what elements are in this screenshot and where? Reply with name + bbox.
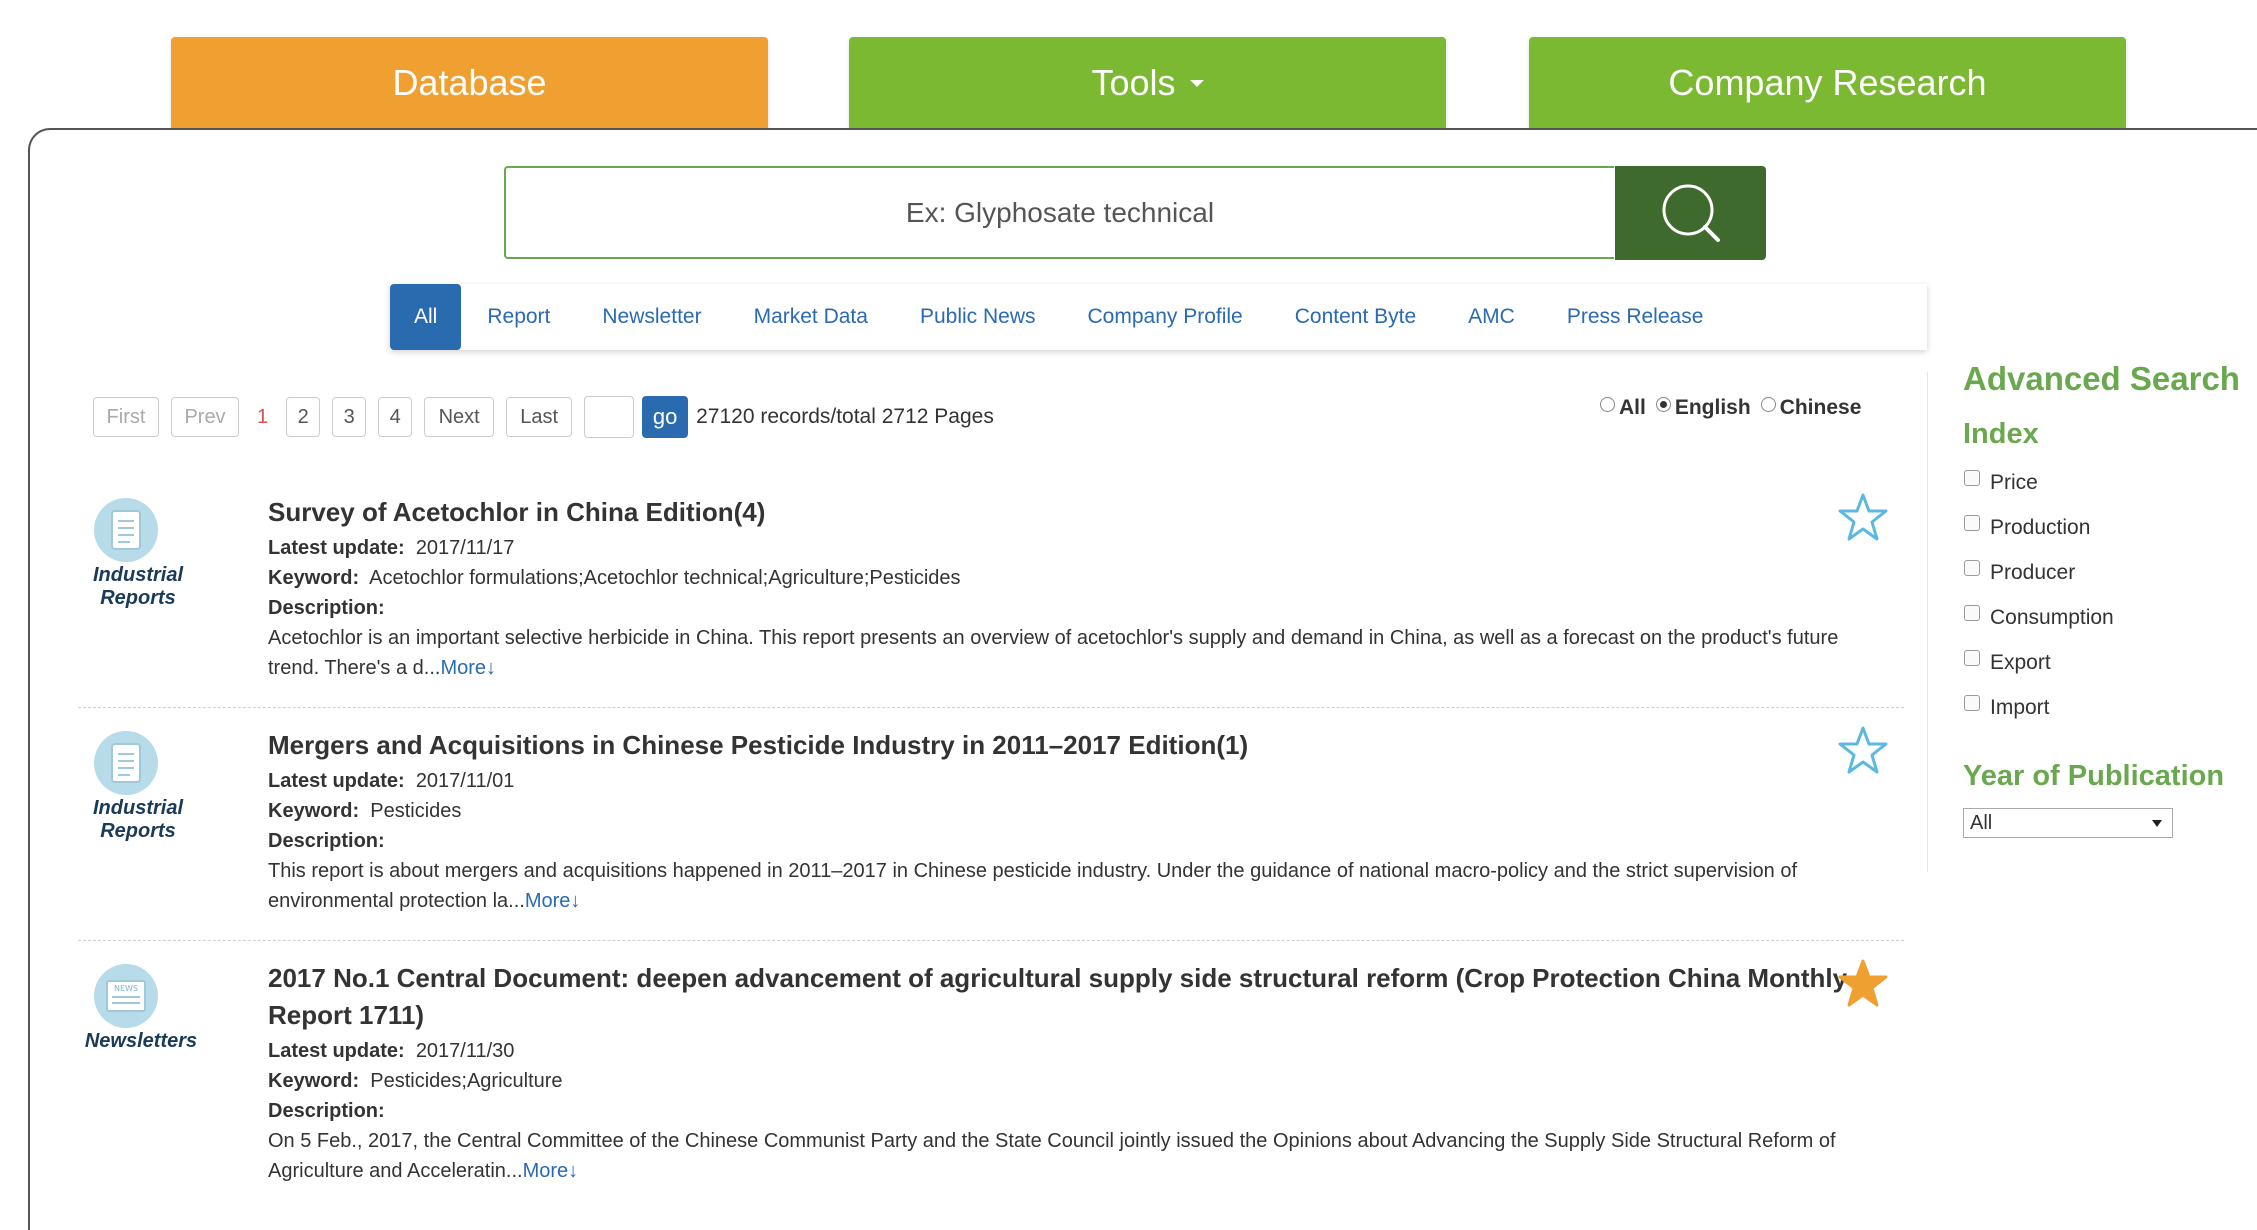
checkbox[interactable] <box>1964 650 1980 666</box>
next-page-button[interactable]: Next <box>424 397 495 437</box>
favorite-star-icon[interactable] <box>1838 958 1888 1008</box>
radio-chinese[interactable] <box>1760 396 1776 412</box>
index-option-export[interactable]: Export <box>1964 650 2051 675</box>
caret-down-icon <box>1189 79 1204 87</box>
svg-text:NEWS: NEWS <box>114 984 138 993</box>
search-input[interactable]: Ex: Glyphosate technical <box>504 166 1614 259</box>
category-tabs: All Report Newsletter Market Data Public… <box>390 284 1927 350</box>
advanced-search-title: Advanced Search <box>1963 360 2240 397</box>
pagination: First Prev 1 2 3 4 Next Last go 27120 re… <box>93 395 994 439</box>
search-placeholder: Ex: Glyphosate technical <box>905 197 1215 228</box>
records-count: 27120 records/total 2712 Pages <box>696 405 994 428</box>
tools-tab-label: Tools <box>1091 62 1176 103</box>
dropdown-arrow-icon <box>2152 820 2162 827</box>
go-button[interactable]: go <box>642 396 689 438</box>
update-label: Latest update: <box>268 537 405 559</box>
result-category: Industrial Reports <box>92 797 183 842</box>
radio-english[interactable] <box>1655 396 1671 412</box>
index-option-production[interactable]: Production <box>1964 515 2090 540</box>
tab-company-profile[interactable]: Company Profile <box>1062 284 1269 350</box>
index-option-price[interactable]: Price <box>1964 470 2038 495</box>
keyword-label: Keyword: <box>268 567 360 589</box>
page-3[interactable]: 3 <box>332 397 367 437</box>
report-icon <box>94 731 158 795</box>
more-link[interactable]: More↓ <box>523 1160 579 1182</box>
index-option-consumption[interactable]: Consumption <box>1964 605 2114 630</box>
description-text: Acetochlor is an important selective her… <box>268 627 1839 679</box>
favorite-star-icon[interactable] <box>1838 725 1888 775</box>
sidebar-divider <box>1927 372 1928 872</box>
tab-public-news[interactable]: Public News <box>894 284 1062 350</box>
language-english-option[interactable]: English <box>1655 396 1751 420</box>
update-date: 2017/11/01 <box>415 770 515 792</box>
checkbox[interactable] <box>1964 560 1980 576</box>
last-page-button[interactable]: Last <box>506 397 573 437</box>
page-4[interactable]: 4 <box>378 397 413 437</box>
result-title[interactable]: 2017 No.1 Central Document: deepen advan… <box>268 960 1868 1034</box>
checkbox[interactable] <box>1964 470 1980 486</box>
database-tab-label: Database <box>392 62 547 103</box>
update-date: 2017/11/30 <box>415 1040 515 1062</box>
prev-page-button[interactable]: Prev <box>171 397 239 437</box>
language-filter: All English Chinese <box>1600 396 1871 420</box>
tab-market-data[interactable]: Market Data <box>728 284 894 350</box>
result-separator <box>78 707 1904 708</box>
year-of-publication-title: Year of Publication <box>1963 760 2225 792</box>
page-2[interactable]: 2 <box>286 397 321 437</box>
year-select-value: All <box>1970 812 1993 834</box>
result-category: Industrial Reports <box>92 564 183 609</box>
keyword-value: Acetochlor formulations;Acetochlor techn… <box>369 567 961 589</box>
result-separator <box>78 940 1904 941</box>
page-1[interactable]: 1 <box>251 397 275 437</box>
tab-report[interactable]: Report <box>461 284 576 350</box>
update-date: 2017/11/17 <box>415 537 515 559</box>
language-all-option[interactable]: All <box>1600 396 1646 420</box>
index-title: Index <box>1963 418 2039 450</box>
index-option-import[interactable]: Import <box>1964 695 2050 720</box>
description-text: On 5 Feb., 2017, the Central Committee o… <box>268 1130 1836 1182</box>
keyword-value: Pesticides <box>370 800 462 822</box>
update-label: Latest update: <box>268 1040 405 1062</box>
page-number-input[interactable] <box>584 396 635 438</box>
search-button[interactable] <box>1615 166 1766 260</box>
result-category: Newsletters <box>84 1030 198 1052</box>
keyword-value: Pesticides;Agriculture <box>370 1070 563 1092</box>
report-icon <box>94 498 158 562</box>
search-icon <box>1662 184 1720 242</box>
description-label: Description: <box>268 597 385 619</box>
tab-content-byte[interactable]: Content Byte <box>1269 284 1442 350</box>
more-link[interactable]: More↓ <box>440 657 496 679</box>
more-link[interactable]: More↓ <box>525 890 581 912</box>
database-tab[interactable]: Database <box>171 37 768 129</box>
checkbox[interactable] <box>1964 605 1980 621</box>
tab-press-release[interactable]: Press Release <box>1541 284 1730 350</box>
description-label: Description: <box>268 830 385 852</box>
newsletter-icon: NEWS <box>94 964 158 1028</box>
radio-all[interactable] <box>1600 396 1615 412</box>
result-title[interactable]: Mergers and Acquisitions in Chinese Pest… <box>268 727 1928 764</box>
favorite-star-icon[interactable] <box>1838 492 1888 542</box>
keyword-label: Keyword: <box>268 800 360 822</box>
checkbox[interactable] <box>1964 695 1980 711</box>
company-research-tab[interactable]: Company Research <box>1529 37 2126 129</box>
year-select[interactable]: All <box>1963 808 2173 838</box>
tools-tab[interactable]: Tools <box>849 37 1446 129</box>
language-chinese-option[interactable]: Chinese <box>1760 396 1861 420</box>
update-label: Latest update: <box>268 770 405 792</box>
tab-all[interactable]: All <box>390 284 462 350</box>
keyword-label: Keyword: <box>268 1070 360 1092</box>
tab-newsletter[interactable]: Newsletter <box>576 284 727 350</box>
checkbox[interactable] <box>1964 515 1980 531</box>
index-option-producer[interactable]: Producer <box>1964 560 2075 585</box>
company-research-tab-label: Company Research <box>1668 62 1987 103</box>
tab-amc[interactable]: AMC <box>1442 284 1541 350</box>
first-page-button[interactable]: First <box>93 397 159 437</box>
description-text: This report is about mergers and acquisi… <box>268 860 1798 912</box>
description-label: Description: <box>268 1100 385 1122</box>
result-title[interactable]: Survey of Acetochlor in China Edition(4) <box>268 494 1928 531</box>
